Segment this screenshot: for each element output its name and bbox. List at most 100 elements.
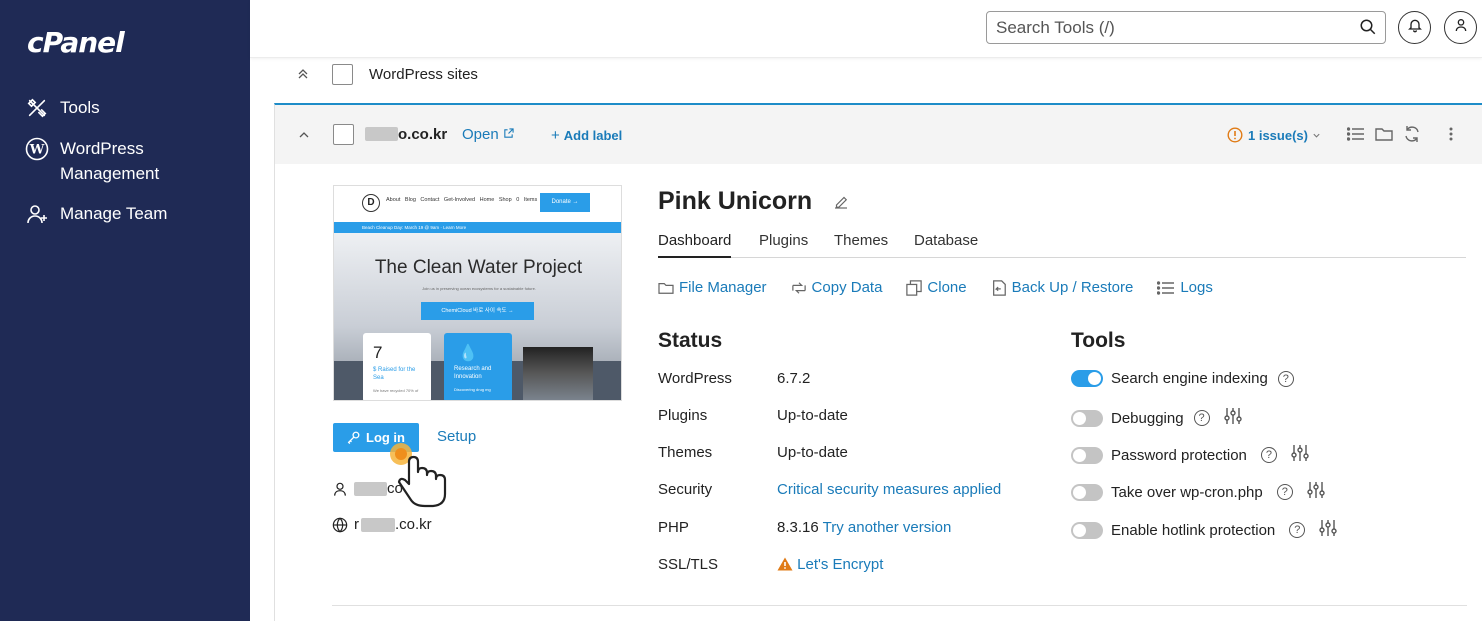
warning-circle-icon (1227, 127, 1243, 143)
preview-stat-number: 7 (373, 343, 383, 362)
user-icon (334, 482, 346, 496)
php-version: 8.3.16 (777, 519, 819, 536)
settings-sliders-icon[interactable] (1307, 481, 1325, 503)
notifications-button[interactable] (1398, 11, 1431, 44)
backup-restore-link[interactable]: Back Up / Restore (991, 279, 1134, 296)
open-site-link[interactable]: Open (462, 126, 514, 143)
sidebar-item-label: Tools (60, 98, 100, 117)
add-label-button[interactable]: + Add label (551, 127, 622, 144)
tools-heading: Tools (1071, 329, 1126, 352)
list-icon[interactable] (1346, 126, 1365, 147)
tools-icon (24, 95, 50, 121)
tool-label: Take over wp-cron.php (1111, 483, 1263, 501)
url-prefix-text: r (354, 516, 359, 533)
collapse-all-icon[interactable] (297, 68, 309, 83)
group-row: WordPress sites (274, 58, 1482, 103)
tool-enable-hotlink-protection: Enable hotlink protection ? (1071, 519, 1337, 541)
edit-icon[interactable] (832, 193, 850, 216)
php-value: 8.3.16 Try another version (777, 519, 951, 536)
status-value: Up-to-date (777, 444, 848, 461)
settings-sliders-icon[interactable] (1223, 407, 1242, 429)
chevron-up-icon[interactable] (298, 129, 310, 144)
search-engine-indexing-toggle[interactable] (1071, 370, 1103, 387)
sidebar-item-wordpress-management[interactable]: W WordPress Management (24, 136, 244, 186)
tool-label: Search engine indexing (1111, 370, 1268, 387)
sidebar-item-label: Manage Team (60, 204, 168, 223)
help-icon[interactable]: ? (1289, 522, 1306, 538)
preview-research-card: 💧 Research and Innovation Discovering dr… (444, 333, 512, 400)
action-label: Back Up / Restore (1011, 279, 1134, 296)
tab-plugins[interactable]: Plugins (759, 232, 808, 258)
status-value: Up-to-date (777, 407, 848, 424)
site-tabs: Dashboard Plugins Themes Database (658, 232, 1466, 258)
clone-link[interactable]: Clone (906, 279, 967, 296)
copy-data-link[interactable]: Copy Data (791, 279, 883, 296)
key-icon (347, 431, 360, 444)
site-preview-thumbnail[interactable]: D About Blog Contact Get-Involved Home S… (333, 185, 622, 401)
add-user-icon (24, 201, 50, 227)
warning-triangle-icon (777, 557, 793, 571)
site-title: Pink Unicorn (658, 187, 813, 215)
action-label: Copy Data (811, 279, 883, 296)
plus-icon: + (551, 127, 560, 144)
redacted-text (365, 127, 398, 141)
help-icon[interactable]: ? (1260, 447, 1277, 463)
security-link[interactable]: Critical security measures applied (777, 481, 1001, 498)
help-icon[interactable]: ? (1277, 370, 1294, 387)
tab-dashboard[interactable]: Dashboard (658, 232, 732, 258)
more-options-icon[interactable] (1449, 126, 1453, 147)
bell-icon (1407, 17, 1423, 38)
backup-icon (992, 279, 1006, 296)
settings-sliders-icon[interactable] (1291, 444, 1309, 466)
help-icon[interactable]: ? (1193, 410, 1210, 426)
user-menu-button[interactable] (1444, 11, 1477, 44)
refresh-icon[interactable] (1403, 125, 1421, 148)
wp-cron-toggle[interactable] (1071, 483, 1103, 501)
logs-link[interactable]: Logs (1157, 279, 1213, 296)
try-another-version-link[interactable]: Try another version (823, 519, 952, 536)
help-icon[interactable]: ? (1276, 484, 1293, 500)
group-label: WordPress sites (369, 66, 478, 83)
tool-take-over-wp-cron: Take over wp-cron.php ? (1071, 481, 1325, 503)
status-key: Security (658, 481, 713, 498)
settings-sliders-icon[interactable] (1319, 519, 1337, 541)
sidebar-item-tools[interactable]: Tools (24, 95, 244, 121)
tool-label: Enable hotlink protection (1111, 521, 1276, 539)
tool-label: Debugging (1111, 409, 1184, 427)
status-heading: Status (658, 329, 723, 352)
site-checkbox[interactable] (333, 124, 354, 145)
sidebar: cPanel Tools W WordPress Management Mana… (0, 0, 250, 621)
divider (332, 605, 1467, 606)
tool-password-protection: Password protection ? (1071, 444, 1309, 466)
action-label: File Manager (679, 279, 767, 296)
preview-navbar: D About Blog Contact Get-Involved Home S… (334, 186, 621, 222)
file-manager-link[interactable]: File Manager (658, 279, 767, 296)
sidebar-item-manage-team[interactable]: Manage Team (24, 201, 244, 227)
preview-donate-button: Donate → (540, 193, 590, 212)
redacted-text (354, 481, 387, 496)
search-input[interactable] (987, 12, 1347, 43)
search-icon[interactable] (1359, 18, 1377, 41)
preview-title: The Clean Water Project (374, 257, 583, 278)
preview-announcement: Beach Cleanup Day: March 19 @ 9am · Lear… (334, 222, 621, 233)
external-link-icon (504, 128, 514, 138)
site-card: o.co.kr Open + Add label 1 issue(s) D Ab… (274, 103, 1482, 621)
clone-icon (906, 279, 923, 296)
preview-stat-note: We have recycled 70% of (373, 388, 419, 393)
status-key: SSL/TLS (658, 556, 719, 573)
select-all-checkbox[interactable] (332, 64, 353, 85)
status-key: WordPress (658, 370, 732, 387)
tab-themes[interactable]: Themes (834, 232, 888, 258)
hotlink-protection-toggle[interactable] (1071, 521, 1103, 539)
lets-encrypt-link[interactable]: Let's Encrypt (797, 556, 883, 573)
debugging-toggle[interactable] (1071, 409, 1103, 427)
preview-cta-button: ChemiCloud 바로 사이 속도 → (421, 302, 534, 320)
quick-actions: File Manager Copy Data Clone Back Up / R… (658, 279, 1213, 296)
folder-icon[interactable] (1375, 126, 1393, 147)
tab-database[interactable]: Database (914, 232, 978, 258)
copy-data-icon (791, 281, 806, 294)
issues-dropdown[interactable]: 1 issue(s) (1227, 127, 1321, 143)
password-protection-toggle[interactable] (1071, 446, 1103, 464)
cpanel-logo[interactable]: cPanel (27, 26, 125, 59)
sidebar-nav: Tools W WordPress Management Manage Team (24, 95, 244, 242)
